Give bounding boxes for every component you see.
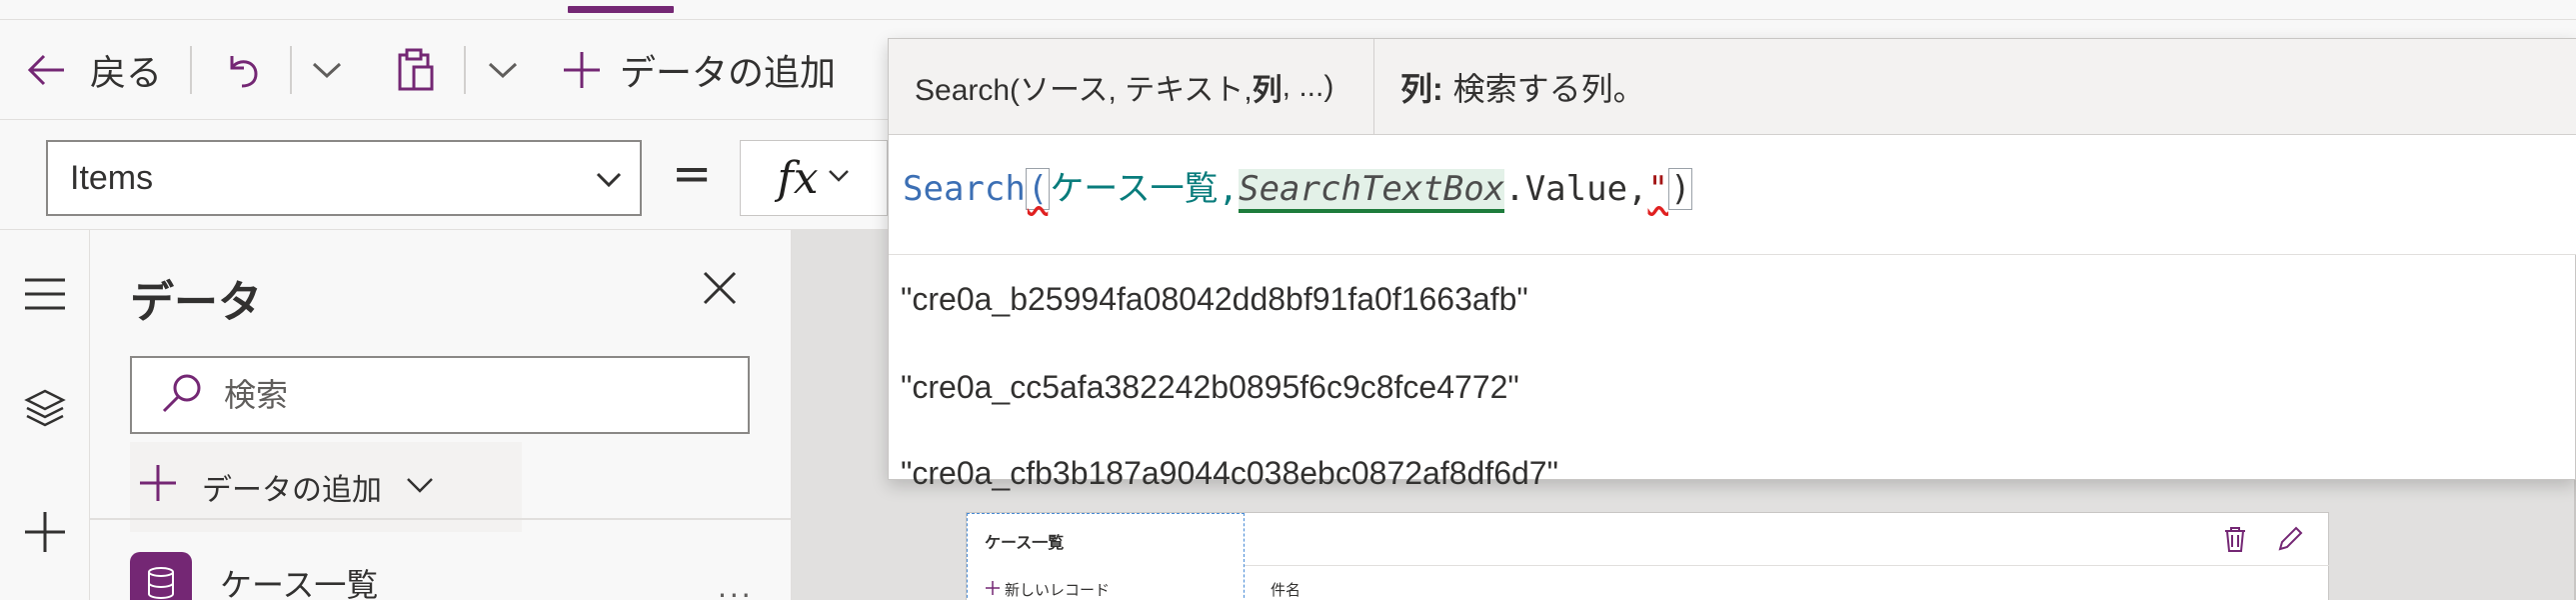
add-data-label: データの追加 [620, 52, 837, 93]
data-pane: データ データの追加 ケース一覧 [90, 230, 792, 600]
formula-function: Search [903, 169, 1026, 209]
fx-label: fx [777, 152, 819, 204]
undo-dropdown[interactable] [310, 20, 344, 120]
hamburger-menu-button[interactable] [0, 276, 90, 317]
signature-active-param: 列 [1252, 74, 1283, 107]
property-value: Items [70, 158, 154, 197]
search-box[interactable] [130, 356, 750, 434]
back-button[interactable]: 戻る [24, 20, 162, 120]
left-rail [0, 230, 90, 600]
power-apps-studio: 戻る データの追加 Items = fx データ 検索 データの追加 ケース一覧… [0, 0, 2576, 600]
delete-button[interactable] [2222, 525, 2248, 558]
signature-tail: , ...) [1282, 70, 1334, 103]
app-screen-preview[interactable]: ケース一覧 新しいレコード 件名 [966, 512, 2330, 600]
search-input[interactable] [224, 376, 704, 414]
separator [190, 46, 192, 94]
undo-icon [222, 48, 262, 92]
data-source-name: ケース一覧 [220, 567, 379, 600]
formula-close-paren: ) [1668, 168, 1693, 210]
top-strip [0, 0, 2576, 20]
database-icon [130, 552, 192, 600]
formula-member: .Value, [1504, 169, 1648, 209]
suggestion-item[interactable]: "cre0a_b25994fa08042dd8bf91fa0f1663afb" [889, 257, 2576, 341]
more-options-button[interactable]: ... [718, 568, 754, 600]
edit-button[interactable] [2276, 525, 2304, 558]
pencil-icon [2276, 526, 2304, 557]
formula-text[interactable]: Search(ケース一覧,SearchTextBox.Value,") [903, 161, 1693, 213]
field-label: 件名 [1271, 582, 1301, 599]
function-signature: Search(ソース, テキスト, 列, ...) [889, 39, 1374, 135]
paste-dropdown[interactable] [486, 20, 520, 120]
divider [1245, 565, 2330, 566]
formula-control: SearchTextBox [1239, 169, 1505, 213]
close-icon [702, 271, 738, 310]
arrow-left-icon [24, 48, 68, 92]
undo-button[interactable] [222, 20, 262, 120]
paste-button[interactable] [394, 20, 436, 120]
plus-icon [23, 510, 67, 559]
active-tab-indicator [568, 6, 674, 13]
tree-view-button[interactable] [0, 388, 90, 433]
divider [90, 518, 792, 520]
signature-text: Search(ソース, テキスト, [915, 74, 1253, 107]
chevron-down-icon [404, 470, 436, 504]
plus-icon [138, 463, 178, 511]
formula-editor[interactable]: Search(ケース一覧,SearchTextBox.Value,") [889, 135, 2576, 255]
pane-title: データ [130, 278, 262, 327]
add-data-label: データの追加 [202, 474, 382, 507]
chevron-down-icon [592, 162, 626, 205]
plus-icon [985, 580, 1001, 600]
chevron-down-icon [827, 166, 851, 191]
insert-button[interactable] [0, 510, 90, 559]
formula-string-quote: " [1647, 169, 1668, 209]
new-record-button[interactable]: 新しいレコード [985, 579, 1110, 600]
formula-datasource: ケース一覧 [1050, 169, 1219, 209]
equals-sign: = [672, 146, 713, 202]
chevron-down-icon [486, 58, 520, 82]
chevron-down-icon [310, 58, 344, 82]
separator [290, 46, 292, 94]
parameter-description: 列: 検索する列。 [1374, 39, 1645, 135]
property-dropdown[interactable]: Items [46, 140, 642, 216]
formula-open-paren: ( [1025, 168, 1051, 210]
data-source-item[interactable]: ケース一覧 [130, 552, 378, 600]
close-button[interactable] [702, 270, 738, 311]
search-icon [160, 371, 204, 420]
intellisense-popup: Search(ソース, テキスト, 列, ...) 列: 検索する列。 Sear… [888, 38, 2576, 491]
param-name: 列: [1400, 71, 1443, 107]
fx-button[interactable]: fx [740, 140, 888, 216]
clipboard-icon [394, 47, 436, 93]
suggestion-item[interactable]: "cre0a_cfb3b187a9044c038ebc0872af8df6d7" [889, 431, 2576, 515]
trash-icon [2222, 527, 2248, 557]
add-data-button[interactable]: データの追加 [562, 20, 836, 120]
separator [464, 46, 466, 94]
param-desc: 検索する列。 [1452, 71, 1645, 107]
formula-comma: , [1218, 169, 1240, 209]
hamburger-icon [23, 276, 67, 317]
gallery-title: ケース一覧 [985, 535, 1065, 552]
suggestion-item[interactable]: "cre0a_cc5afa382242b0895f6c9c8fce4772" [889, 345, 2576, 429]
new-record-label: 新しいレコード [1005, 582, 1111, 599]
back-label: 戻る [90, 52, 163, 93]
plus-icon [562, 50, 602, 90]
layers-icon [23, 388, 67, 433]
signature-help: Search(ソース, テキスト, 列, ...) 列: 検索する列。 [889, 39, 2576, 135]
